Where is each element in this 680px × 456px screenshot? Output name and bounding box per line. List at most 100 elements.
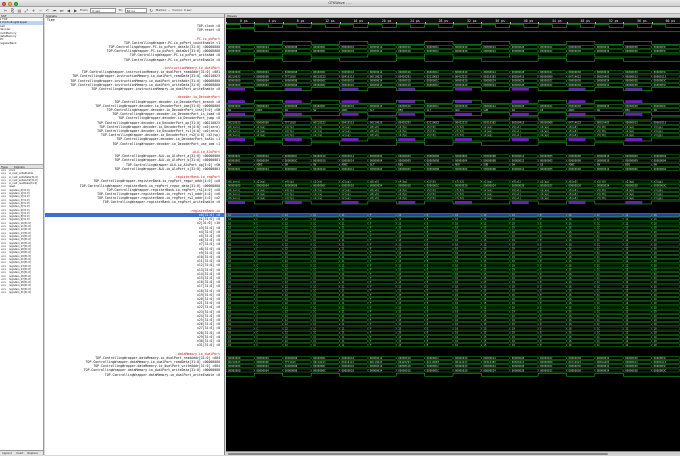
bus-value-label: SLT — [427, 163, 432, 167]
cursor-label: Cursor: 0 sec — [172, 8, 192, 13]
bus-value-label: x2(sp) — [625, 129, 635, 133]
bus-value-label: 12 — [625, 276, 629, 280]
bus-value-label: 00000008 — [285, 83, 298, 87]
bus-value-label: 13 — [398, 331, 402, 335]
bus-value-label: 00000024 — [483, 104, 496, 108]
bus-value-label: 11 — [342, 343, 346, 347]
highlight-segment — [398, 201, 415, 204]
waveform-trace: 10C121C11F13E101519E161C1210 — [226, 289, 680, 293]
signal-name-row[interactable]: TOP.reset =0 — [197, 28, 220, 32]
waveform-trace: 00210023000000007F7101000C10223004101130… — [226, 121, 680, 125]
bus-value-label: 10 — [228, 310, 232, 314]
bus-value-label: 15 — [483, 230, 487, 234]
bus-value-label: 00210023 — [228, 74, 241, 78]
bus-value-label: x5(t0) — [597, 179, 607, 183]
bus-value-label: 10 — [654, 226, 658, 230]
bus-value-label: 0000003C — [654, 79, 667, 83]
signal-list-item[interactable]: wireregisters_31[31:0] — [0, 291, 43, 294]
bus-segment — [538, 247, 566, 250]
bus-value-label: 00000008 — [427, 154, 440, 158]
reload-icon[interactable]: ↻ — [149, 8, 154, 13]
bus-value-label: x4(tp) — [398, 188, 408, 192]
replace-button[interactable]: Replace — [27, 451, 37, 455]
bus-segment — [538, 335, 566, 338]
insert-button[interactable]: Insert — [16, 451, 23, 455]
bus-value-label: 1C — [597, 326, 601, 330]
from-field[interactable]: 0 sec — [90, 8, 116, 13]
bus-value-label: 10 — [228, 335, 232, 339]
bus-value-label: 1C — [313, 263, 317, 267]
signal-name-row[interactable]: TOP.ControllingWrapper.instructionMemory… — [91, 87, 220, 91]
signal-name-row[interactable]: TOP.ControllingWrapper.ALU.io_AluPort_x[… — [114, 167, 220, 171]
bus-value-label: x0(zero) — [228, 125, 241, 129]
bus-segment — [425, 298, 453, 301]
bus-value-label: 13 — [398, 301, 402, 305]
highlight-segment — [512, 201, 529, 204]
undo-zoom-icon[interactable]: ↶ — [45, 8, 50, 13]
zoom-out-icon[interactable]: − — [38, 8, 43, 13]
prev-edge-icon[interactable]: ◀ — [66, 8, 71, 13]
bus-value-label: 10 — [455, 297, 459, 301]
bus-value-label: 00000009 — [625, 158, 638, 162]
zoom-in-icon[interactable]: + — [31, 8, 36, 13]
signal-name-row[interactable]: TOP.ControllingWrapper.dataMemory.io_dua… — [105, 373, 220, 377]
highlight-segment — [625, 100, 642, 103]
horizontal-scrollbar[interactable] — [226, 451, 680, 455]
bus-segment — [254, 268, 282, 271]
bus-segment — [538, 281, 566, 284]
bus-value-label: 10 — [455, 268, 459, 272]
paste-icon[interactable]: ▤ — [17, 8, 22, 13]
bus-value-label: 13 — [398, 289, 402, 293]
bus-value-label: x2(sp) — [540, 125, 550, 129]
signal-name-row[interactable]: x0[31:0] =0 — [45, 213, 224, 217]
waveform-trace: 10C121C11F13E101519E161C1210 — [226, 242, 680, 246]
signals-panel[interactable]: Signals Time TOP.clock =0TOP.reset =0-PC… — [45, 14, 225, 455]
bus-value-label: 12 — [625, 331, 629, 335]
bus-value-label: 1C — [597, 255, 601, 259]
bus-value-label: 16 — [569, 322, 573, 326]
zoom-fit-icon[interactable]: ⤢ — [24, 8, 29, 13]
signal-name-row[interactable]: TOP.ControllingWrapper.decoder.io_Decode… — [113, 142, 220, 146]
bus-value-label: 1C — [597, 339, 601, 343]
bus-segment — [425, 243, 453, 246]
waveform-canvas[interactable]: 0000000000000004000000080000000C00000010… — [226, 14, 680, 455]
signal-name-row[interactable]: x31[31:0] =0 — [197, 343, 220, 347]
bus-value-label: 0000000C — [313, 368, 326, 372]
signal-label: x31[31:0] — [197, 343, 214, 347]
hierarchy-tree[interactable]: ▾ TOP ▾ ControllingWrapper ALU decoder i… — [0, 18, 43, 168]
bus-value-label: 1C — [313, 217, 317, 221]
waveform-trace: 00000001000000040000000C0000001000000014… — [226, 154, 680, 158]
bus-value-label: 00000005 — [540, 154, 553, 158]
bus-value-label: 00000004 — [256, 70, 269, 74]
signal-name-row[interactable]: TOP.ControllingWrapper.PC.io_pcPort_writ… — [124, 58, 220, 62]
tree-item[interactable]: registerBank — [0, 42, 43, 45]
cut-icon[interactable]: ✂ — [3, 8, 8, 13]
bus-value-label: 00420293 — [398, 121, 411, 125]
to-field[interactable]: 60 ns — [125, 8, 147, 13]
bus-value-label: x5(t0) — [597, 196, 607, 200]
append-button[interactable]: Append — [2, 451, 12, 455]
bit-waveform — [226, 29, 680, 32]
copy-icon[interactable]: ⎘ — [10, 8, 15, 13]
bus-value-label: 1C — [597, 234, 601, 238]
next-edge-icon[interactable]: ▶ — [73, 8, 78, 13]
go-start-icon[interactable]: ⏮ — [52, 8, 57, 13]
bus-value-label: 0000000C — [313, 364, 326, 368]
signal-name-row[interactable]: TOP.ControllingWrapper.registerBank.io_r… — [103, 200, 220, 204]
bus-segment — [425, 331, 453, 334]
waveform-trace — [226, 201, 680, 204]
go-end-icon[interactable]: ⏭ — [59, 8, 64, 13]
waves-panel[interactable]: Waves 0 ps4 ps8 ps12 ps16 ps20 ps24 ps28… — [226, 14, 680, 455]
bus-value-label: x8(s0) — [370, 188, 380, 192]
bus-segment — [368, 289, 396, 292]
waveform-trace — [226, 29, 680, 32]
bus-value-label: 15 — [483, 217, 487, 221]
signal-list[interactable]: Type Signals wireclockwireio_instr_write… — [0, 164, 43, 450]
bus-value-label: 19 — [512, 238, 516, 242]
bus-value-label: 00000004 — [256, 364, 269, 368]
bus-value-label: 0000000B — [483, 158, 496, 162]
bus-value-label: 11 — [342, 213, 346, 217]
bus-segment — [425, 289, 453, 292]
bus-value-label: 00C10223 — [313, 74, 326, 78]
bus-value-label: 11 — [342, 293, 346, 297]
